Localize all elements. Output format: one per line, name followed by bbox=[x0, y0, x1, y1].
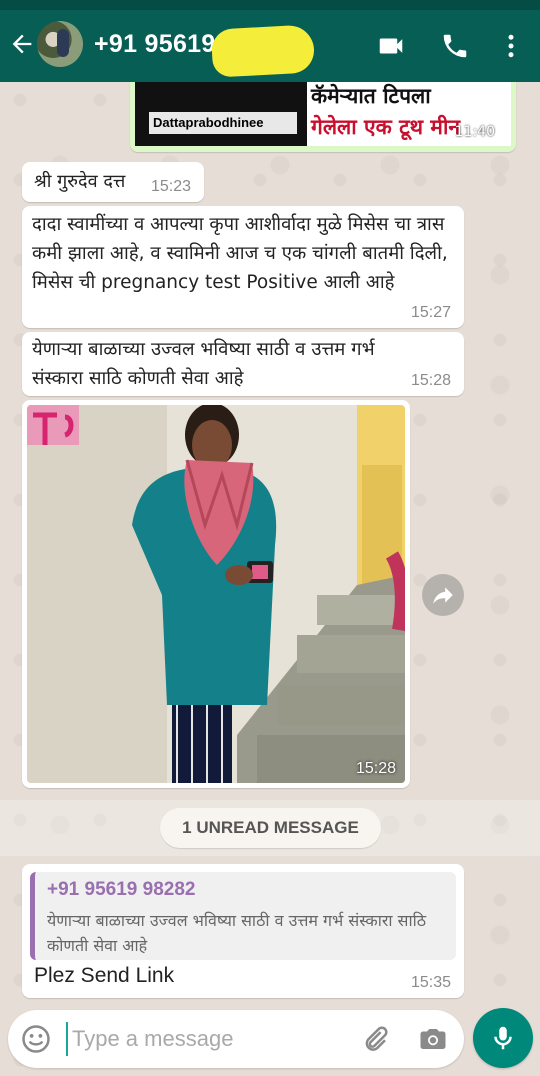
incoming-reply-message[interactable]: +91 95619 98282 येणाऱ्या बाळाच्या उज्वल … bbox=[22, 864, 464, 998]
banner-title-line2: गेलेला एक टूथ मीन bbox=[311, 115, 461, 139]
video-call-icon[interactable] bbox=[376, 31, 406, 61]
message-text: येणाऱ्या बाळाच्या उज्वल भविष्या साठी व उ… bbox=[32, 339, 375, 389]
forward-icon bbox=[433, 587, 453, 604]
attach-icon[interactable] bbox=[360, 1024, 390, 1054]
message-time: 15:23 bbox=[150, 178, 191, 195]
banner-time: 11:40 bbox=[454, 124, 495, 140]
redaction-mark bbox=[210, 24, 316, 78]
incoming-message[interactable]: दादा स्वामींच्या व आपल्या कृपा आशीर्वादा… bbox=[22, 206, 464, 328]
back-arrow-icon[interactable] bbox=[8, 30, 36, 58]
unread-divider: 1 UNREAD MESSAGE bbox=[160, 808, 381, 848]
quoted-text: येणाऱ्या बाळाच्या उज्वल भविष्या साठी व उ… bbox=[47, 911, 427, 955]
message-time: 15:27 bbox=[410, 304, 451, 321]
message-text: दादा स्वामींच्या व आपल्या कृपा आशीर्वादा… bbox=[32, 214, 448, 293]
banner-caption: Dattaprabodhinee bbox=[149, 112, 297, 134]
photo-time: 15:28 bbox=[355, 760, 396, 777]
forward-button[interactable] bbox=[422, 574, 464, 616]
phone-icon[interactable] bbox=[440, 31, 470, 61]
contact-name[interactable]: +91 95619 bbox=[94, 30, 216, 59]
contact-avatar[interactable] bbox=[37, 21, 83, 67]
message-input[interactable] bbox=[66, 1022, 346, 1056]
mic-button[interactable] bbox=[473, 1008, 533, 1068]
message-text: श्री गुरुदेव दत्त bbox=[34, 171, 126, 192]
message-photo[interactable] bbox=[27, 405, 405, 783]
mic-icon bbox=[494, 1026, 512, 1050]
quoted-message[interactable]: +91 95619 98282 येणाऱ्या बाळाच्या उज्वल … bbox=[30, 872, 456, 960]
status-bar bbox=[0, 0, 540, 10]
more-options-icon[interactable] bbox=[496, 31, 526, 61]
camera-icon[interactable] bbox=[418, 1024, 448, 1054]
outgoing-image-message[interactable]: Dattaprabodhinee कॅमेऱ्यात टिपला गेलेला … bbox=[130, 82, 516, 152]
composer bbox=[8, 1010, 464, 1068]
quoted-author: +91 95619 98282 bbox=[47, 879, 196, 900]
message-time: 15:28 bbox=[410, 372, 451, 389]
message-text: Plez Send Link bbox=[34, 964, 175, 987]
emoji-icon[interactable] bbox=[21, 1024, 51, 1054]
banner-title-line1: कॅमेऱ्यात टिपला bbox=[311, 84, 431, 108]
incoming-photo-message[interactable]: 15:28 bbox=[22, 400, 410, 788]
banner-image: Dattaprabodhinee कॅमेऱ्यात टिपला गेलेला … bbox=[135, 82, 511, 146]
chat-header: +91 95619 bbox=[0, 10, 540, 82]
message-time: 15:35 bbox=[410, 974, 451, 991]
incoming-message[interactable]: येणाऱ्या बाळाच्या उज्वल भविष्या साठी व उ… bbox=[22, 332, 464, 396]
incoming-message[interactable]: श्री गुरुदेव दत्त 15:23 bbox=[22, 162, 204, 202]
